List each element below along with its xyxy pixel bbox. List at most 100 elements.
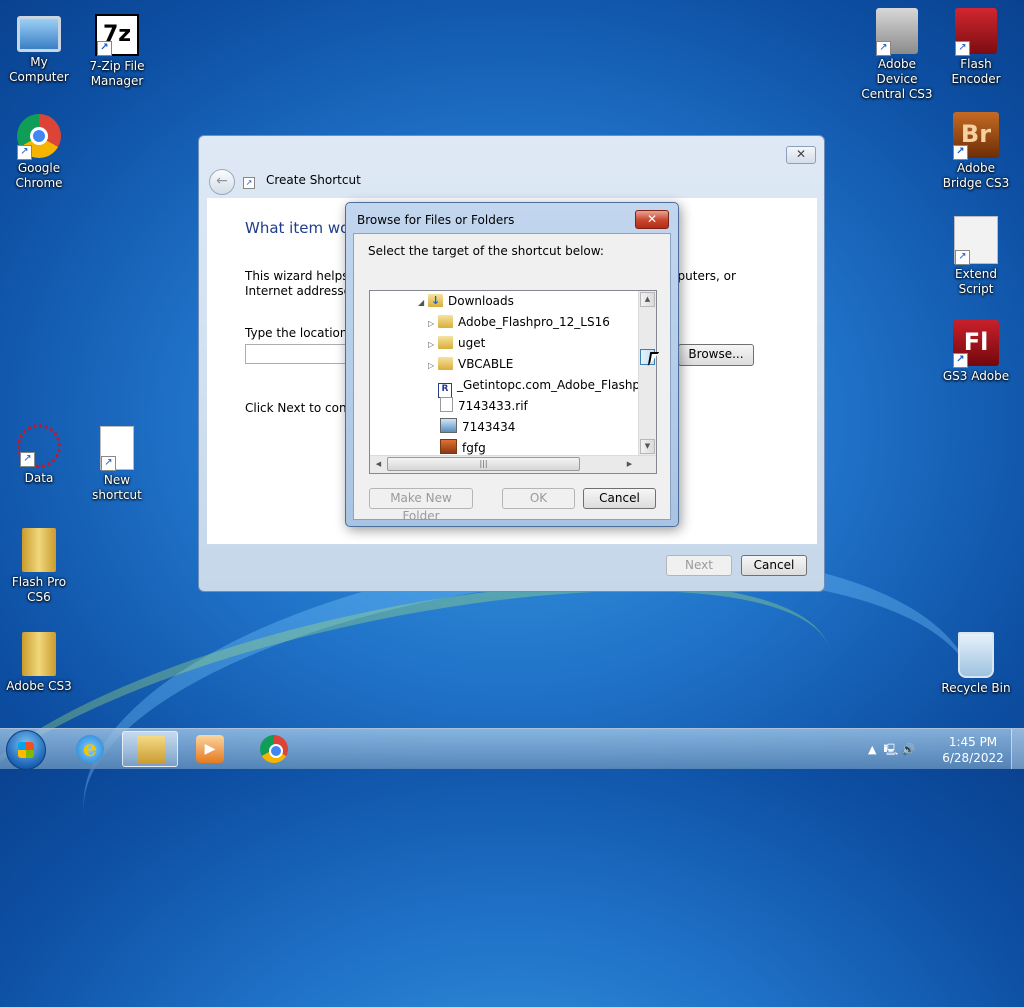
desktop-icon-7zip[interactable]: 7z ↗ 7-Zip File Manager bbox=[78, 14, 156, 89]
show-hidden-icons-icon[interactable]: ▲ bbox=[868, 743, 876, 756]
desktop-icon-gs3-adobe[interactable]: Fl ↗ GS3 Adobe bbox=[936, 320, 1016, 384]
shortcut-arrow-icon: ↗ bbox=[97, 41, 112, 56]
chrome-icon: ↗ bbox=[17, 114, 61, 160]
folder-icon bbox=[438, 315, 453, 328]
scroll-right-button[interactable]: ▶ bbox=[622, 457, 637, 472]
document-icon: ↗ bbox=[100, 426, 134, 471]
folder-tree[interactable]: ◢ Downloads ▷ Adobe_Flashpro_12_LS16 ▷ uget… bbox=[369, 290, 657, 474]
clock-time: 1:45 PM bbox=[948, 735, 998, 749]
make-new-folder-button[interactable]: Make New Folder bbox=[369, 488, 473, 523]
desktop-icon-data[interactable]: ↗ Data bbox=[0, 424, 78, 486]
wizard-cancel-button[interactable]: Cancel bbox=[741, 555, 807, 576]
system-tray[interactable]: ▲ 🖳 🔊 bbox=[868, 741, 915, 760]
horizontal-scroll-thumb[interactable]: ||| bbox=[387, 457, 580, 471]
desktop-icon-adobe-cs3[interactable]: Adobe CS3 bbox=[0, 632, 78, 694]
desktop-icon-label: Google Chrome bbox=[15, 161, 63, 190]
wizard-footer: Next Cancel bbox=[207, 544, 817, 585]
browse-cancel-button[interactable]: Cancel bbox=[583, 488, 656, 509]
shortcut-arrow-icon: ↗ bbox=[953, 145, 968, 160]
taskbar-internet-explorer[interactable]: e bbox=[62, 731, 118, 767]
expand-icon[interactable]: ▷ bbox=[428, 314, 438, 334]
scroll-up-button[interactable]: ▲ bbox=[640, 292, 655, 307]
desktop-icon-label: Recycle Bin bbox=[941, 681, 1011, 695]
tree-item-label: fgfg bbox=[462, 441, 486, 455]
windows-logo-icon bbox=[18, 742, 34, 758]
browse-close-button[interactable]: ✕ bbox=[635, 210, 669, 229]
tree-item-getintopc[interactable]: R _Getintopc.com_Adobe_Flashpro_ bbox=[438, 375, 657, 398]
tree-item-label: 7143433.rif bbox=[458, 399, 528, 413]
adobe-bridge-icon: Br ↗ bbox=[953, 112, 999, 160]
desktop-icon-label: Flash Encoder bbox=[951, 57, 1001, 86]
desktop-icon-label: Adobe Device Central CS3 bbox=[861, 57, 933, 101]
tree-item-adobe-flashpro[interactable]: ▷ Adobe_Flashpro_12_LS16 bbox=[428, 312, 610, 332]
taskbar-windows-explorer[interactable] bbox=[122, 731, 178, 767]
location-label: Type the location o bbox=[245, 326, 359, 340]
internet-explorer-icon: e bbox=[76, 735, 104, 763]
media-player-icon: ▶ bbox=[196, 735, 224, 763]
vertical-scrollbar[interactable]: ▲ ▼ bbox=[638, 291, 656, 456]
tree-item-label: Adobe_Flashpro_12_LS16 bbox=[458, 315, 610, 329]
desktop-icon-adobe-bridge[interactable]: Br ↗ Adobe Bridge CS3 bbox=[936, 112, 1016, 191]
browse-dialog-body: Select the target of the shortcut below:… bbox=[353, 233, 671, 523]
file-icon bbox=[440, 397, 453, 412]
next-instruction: Click Next to contir bbox=[245, 401, 360, 415]
folder-icon bbox=[438, 336, 453, 349]
desktop-icon-label: Data bbox=[24, 471, 54, 485]
desktop-icon-flash-pro-cs6[interactable]: Flash Pro CS6 bbox=[0, 528, 78, 605]
taskbar-media-player[interactable]: ▶ bbox=[182, 731, 238, 767]
expand-icon[interactable]: ▷ bbox=[428, 356, 438, 376]
shortcut-arrow-icon: ↗ bbox=[876, 41, 891, 56]
recycle-bin-icon bbox=[958, 632, 994, 678]
tree-item-label: Downloads bbox=[448, 294, 514, 308]
shortcut-arrow-icon: ↗ bbox=[20, 452, 35, 467]
wizard-close-button[interactable]: ✕ bbox=[786, 146, 816, 164]
scroll-left-button[interactable]: ◀ bbox=[371, 457, 386, 472]
desktop-icon-google-chrome[interactable]: ↗ Google Chrome bbox=[0, 114, 78, 191]
taskbar: e ▶ ▲ 🖳 🔊 1:45 PM 6/28/2022 bbox=[0, 728, 1024, 770]
desktop-icon-adobe-device-central[interactable]: ↗ Adobe Device Central CS3 bbox=[858, 8, 936, 102]
tree-item-7143433[interactable]: 7143433.rif bbox=[440, 396, 528, 416]
expand-icon[interactable]: ▷ bbox=[428, 335, 438, 355]
desktop-icon-new-shortcut[interactable]: ↗ New shortcut bbox=[78, 426, 156, 503]
desktop-icon-extend-script[interactable]: ↗ Extend Script bbox=[936, 216, 1016, 297]
taskbar-google-chrome[interactable] bbox=[246, 731, 302, 767]
tree-item-label: VBCABLE bbox=[458, 357, 514, 371]
browse-dialog-title: Browse for Files or Folders bbox=[357, 213, 515, 227]
start-button[interactable] bbox=[6, 730, 46, 770]
desktop-icon-label: New shortcut bbox=[92, 473, 142, 502]
desktop-icon-label: GS3 Adobe bbox=[942, 369, 1010, 383]
windows-explorer-icon bbox=[137, 736, 165, 764]
show-desktop-button[interactable] bbox=[1011, 729, 1024, 769]
network-volume-icons[interactable]: 🖳 🔊 bbox=[883, 743, 915, 756]
shortcut-arrow-icon: ↗ bbox=[101, 456, 116, 471]
shortcut-arrow-icon: ↗ bbox=[953, 353, 968, 368]
taskbar-clock[interactable]: 1:45 PM 6/28/2022 bbox=[940, 734, 1006, 766]
downloads-folder-icon bbox=[428, 291, 443, 311]
chrome-icon bbox=[260, 735, 288, 763]
folder-icon bbox=[438, 357, 453, 370]
tree-item-7143434[interactable]: 7143434 bbox=[440, 417, 515, 437]
browse-button[interactable]: Browse... bbox=[678, 344, 754, 366]
tree-item-uget[interactable]: ▷ uget bbox=[428, 333, 485, 353]
desktop-icon-flash-encoder[interactable]: ↗ Flash Encoder bbox=[936, 8, 1016, 87]
folder-icon bbox=[22, 528, 56, 572]
desktop-icon-label: Flash Pro CS6 bbox=[11, 575, 67, 604]
flash-encoder-icon: ↗ bbox=[955, 8, 997, 56]
next-button[interactable]: Next bbox=[666, 555, 732, 576]
app-file-icon bbox=[440, 439, 457, 454]
desktop-icon-label: Adobe Bridge CS3 bbox=[942, 161, 1010, 190]
collapse-icon[interactable]: ◢ bbox=[418, 293, 428, 313]
shortcut-icon: ↗ bbox=[243, 177, 255, 189]
back-arrow-icon[interactable]: ← bbox=[209, 169, 235, 195]
tree-item-vbcable[interactable]: ▷ VBCABLE bbox=[428, 354, 513, 374]
scroll-down-button[interactable]: ▼ bbox=[640, 439, 655, 454]
tree-item-label: _Getintopc.com_Adobe_Flashpro_ bbox=[457, 378, 657, 392]
wizard-heading: What item wou bbox=[245, 219, 359, 237]
shortcut-arrow-icon: ↗ bbox=[955, 41, 970, 56]
ok-button[interactable]: OK bbox=[502, 488, 575, 509]
tree-item-downloads[interactable]: ◢ Downloads bbox=[418, 291, 514, 311]
desktop-icon-my-computer[interactable]: My Computer bbox=[0, 8, 78, 85]
shortcut-arrow-icon: ↗ bbox=[955, 250, 970, 265]
desktop-icon-recycle-bin[interactable]: Recycle Bin bbox=[936, 632, 1016, 696]
horizontal-scrollbar[interactable]: ◀ ||| ▶ bbox=[370, 455, 656, 473]
